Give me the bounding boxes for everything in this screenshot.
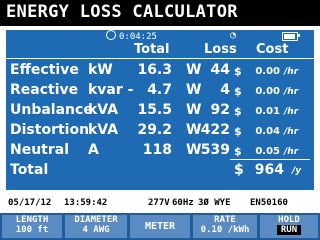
header-cost: Cost (256, 42, 289, 57)
total-row: Total $ 964 /y (6, 162, 314, 182)
total-label: Total (10, 162, 49, 178)
length-softkey[interactable]: LENGTH 100 ft (2, 215, 62, 238)
row-label: Distortion (10, 122, 90, 138)
row-currency: $ (234, 65, 242, 78)
row-currency: $ (234, 85, 242, 98)
softkey-label: METER (144, 221, 176, 232)
total-divider (230, 159, 310, 160)
softkey-value: 0.10 /kWh (200, 225, 250, 235)
row-label: Neutral (10, 142, 70, 158)
page-title: ENERGY LOSS CALCULATOR (6, 2, 238, 22)
row-cost-period: /hr (284, 87, 299, 97)
info-date: 05/17/12 (8, 198, 52, 208)
header-divider (6, 58, 314, 59)
row-unit: kW (88, 62, 113, 78)
row-cost: 0.00 (255, 66, 280, 77)
header-loss: Loss (204, 42, 237, 57)
total-cost-period: /y (292, 166, 302, 176)
row-cost-period: /hr (284, 147, 299, 157)
row-cost: 0.00 (255, 86, 280, 97)
row-total: 4.7 (147, 82, 172, 98)
row-currency: $ (234, 145, 242, 158)
row-label: Reactive (10, 82, 79, 98)
row-currency: $ (234, 105, 242, 118)
row-effective: Effective kW 16.3 W 44 $ 0.00 /hr (6, 62, 314, 82)
elapsed-timer: 0:04:25 (106, 30, 157, 42)
row-loss: 92 (210, 102, 230, 118)
row-cost-period: /hr (284, 107, 299, 117)
timer-icon (106, 30, 116, 40)
title-bar: ENERGY LOSS CALCULATOR (0, 0, 320, 26)
battery-tip (298, 34, 300, 37)
run-badge: RUN (276, 225, 302, 235)
row-unit: kVA (88, 102, 119, 118)
timer-value: 0:04:25 (119, 32, 157, 42)
softkey-label: RATE (214, 215, 236, 225)
row-loss: 4 (220, 82, 230, 98)
results-panel: 0:04:25 ◔ Total Loss Cost Effective kW 1… (6, 30, 314, 190)
header-total: Total (134, 42, 170, 57)
row-total: 15.5 (137, 102, 172, 118)
softkey-label: DIAMETER (74, 215, 118, 225)
row-loss: 44 (210, 62, 230, 78)
row-cost: 0.04 (255, 126, 280, 137)
clock-icon: ◔ (230, 30, 237, 41)
row-cost: 0.01 (255, 106, 280, 117)
softkey-value: 4 AWG (82, 225, 110, 235)
softkey-value: 100 ft (15, 225, 49, 235)
softkey-label: HOLD (278, 215, 300, 225)
info-voltage: 277V (148, 198, 170, 208)
row-currency: $ (234, 125, 242, 138)
row-reactive: Reactive kvar - 4.7 W 4 $ 0.00 /hr (6, 82, 314, 102)
info-time: 13:59:42 (64, 198, 108, 208)
row-cost-period: /hr (284, 127, 299, 137)
total-cost: 964 (254, 162, 284, 178)
softkey-bar: LENGTH 100 ft DIAMETER 4 AWG METER RATE … (0, 213, 320, 240)
row-cost-period: /hr (284, 67, 299, 77)
energy-loss-screen: ENERGY LOSS CALCULATOR 0:04:25 ◔ Total L… (0, 0, 320, 240)
status-row: 0:04:25 ◔ (6, 30, 314, 42)
row-unit: kVA (88, 122, 119, 138)
row-distortion: Distortion kVA 29.2 W 422 $ 0.04 /hr (6, 122, 314, 142)
info-bar: 05/17/12 13:59:42 277V 60Hz 3Ø WYE EN501… (0, 194, 320, 212)
info-frequency: 60Hz (172, 198, 194, 208)
row-label: Effective (10, 62, 79, 78)
hold-run-softkey[interactable]: HOLD RUN (260, 215, 318, 238)
battery-icon (282, 32, 298, 41)
meter-softkey[interactable]: METER (130, 215, 190, 238)
row-total: 118 (142, 142, 172, 158)
total-currency: $ (234, 162, 244, 178)
diameter-softkey[interactable]: DIAMETER 4 AWG (65, 215, 127, 238)
row-label: Unbalance (10, 102, 93, 118)
row-loss: 539 (200, 142, 230, 158)
battery-level (284, 34, 295, 39)
row-unit: A (88, 142, 99, 158)
softkey-label: LENGTH (15, 215, 49, 225)
row-total: 29.2 (137, 122, 172, 138)
row-loss: 422 (200, 122, 230, 138)
row-unbalance: Unbalance kVA 15.5 W 92 $ 0.01 /hr (6, 102, 314, 122)
row-cost: 0.05 (255, 146, 280, 157)
info-phase-config: 3Ø WYE (198, 198, 231, 208)
info-standard: EN50160 (250, 198, 288, 208)
row-total: 16.3 (137, 62, 172, 78)
rate-softkey[interactable]: RATE 0.10 /kWh (193, 215, 257, 238)
